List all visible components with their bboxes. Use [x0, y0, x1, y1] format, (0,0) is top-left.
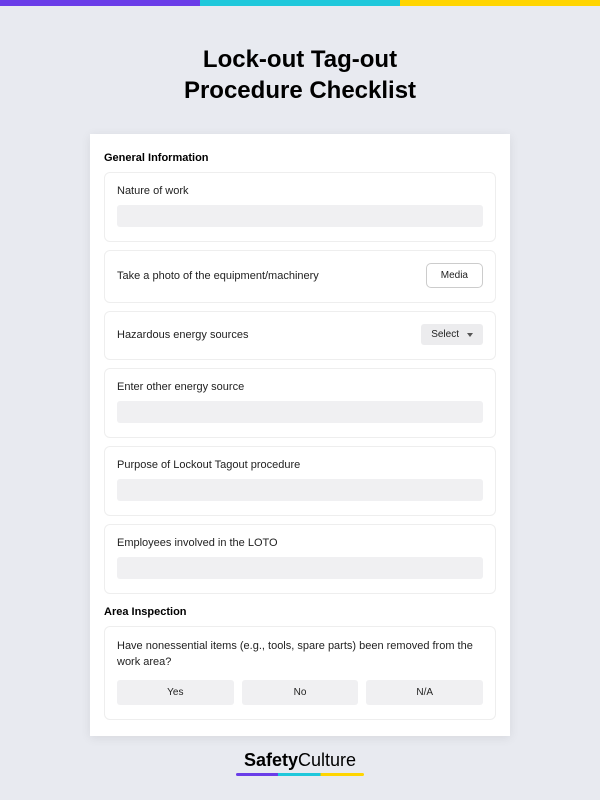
purpose-input[interactable]	[117, 479, 483, 501]
accent-purple	[0, 0, 200, 6]
option-na[interactable]: N/A	[366, 680, 483, 705]
option-no[interactable]: No	[242, 680, 359, 705]
field-other-source: Enter other energy source	[104, 368, 496, 438]
page-title: Lock-out Tag-out Procedure Checklist	[0, 44, 600, 106]
field-nature-of-work: Nature of work	[104, 172, 496, 242]
field-inspection-question: Have nonessential items (e.g., tools, sp…	[104, 626, 496, 720]
option-row: Yes No N/A	[117, 680, 483, 705]
accent-cyan	[200, 0, 400, 6]
nature-input[interactable]	[117, 205, 483, 227]
accent-yellow	[400, 0, 600, 6]
accent-bar	[0, 0, 600, 6]
inspection-question: Have nonessential items (e.g., tools, sp…	[117, 639, 483, 670]
media-button[interactable]: Media	[426, 263, 483, 288]
brand-strong: Safety	[244, 750, 298, 770]
section-inspection-header: Area Inspection	[104, 606, 496, 618]
title-line-2: Procedure Checklist	[184, 77, 416, 104]
field-employees: Employees involved in the LOTO	[104, 524, 496, 594]
photo-label: Take a photo of the equipment/machinery	[117, 270, 319, 282]
employees-input[interactable]	[117, 557, 483, 579]
chevron-down-icon	[467, 333, 473, 337]
other-source-input[interactable]	[117, 401, 483, 423]
checklist-card: General Information Nature of work Take …	[90, 134, 510, 736]
field-purpose: Purpose of Lockout Tagout procedure	[104, 446, 496, 516]
option-yes[interactable]: Yes	[117, 680, 234, 705]
employees-label: Employees involved in the LOTO	[117, 537, 483, 549]
field-hazardous: Hazardous energy sources Select	[104, 311, 496, 360]
nature-label: Nature of work	[117, 185, 483, 197]
brand-underline	[236, 773, 364, 776]
select-button[interactable]: Select	[421, 324, 483, 345]
brand-light: Culture	[298, 750, 356, 770]
other-source-label: Enter other energy source	[117, 381, 483, 393]
purpose-label: Purpose of Lockout Tagout procedure	[117, 459, 483, 471]
select-label: Select	[431, 329, 459, 340]
footer-logo: SafetyCulture	[0, 750, 600, 776]
field-photo: Take a photo of the equipment/machinery …	[104, 250, 496, 303]
hazardous-label: Hazardous energy sources	[117, 329, 248, 341]
title-line-1: Lock-out Tag-out	[203, 46, 397, 73]
section-general-header: General Information	[104, 152, 496, 164]
